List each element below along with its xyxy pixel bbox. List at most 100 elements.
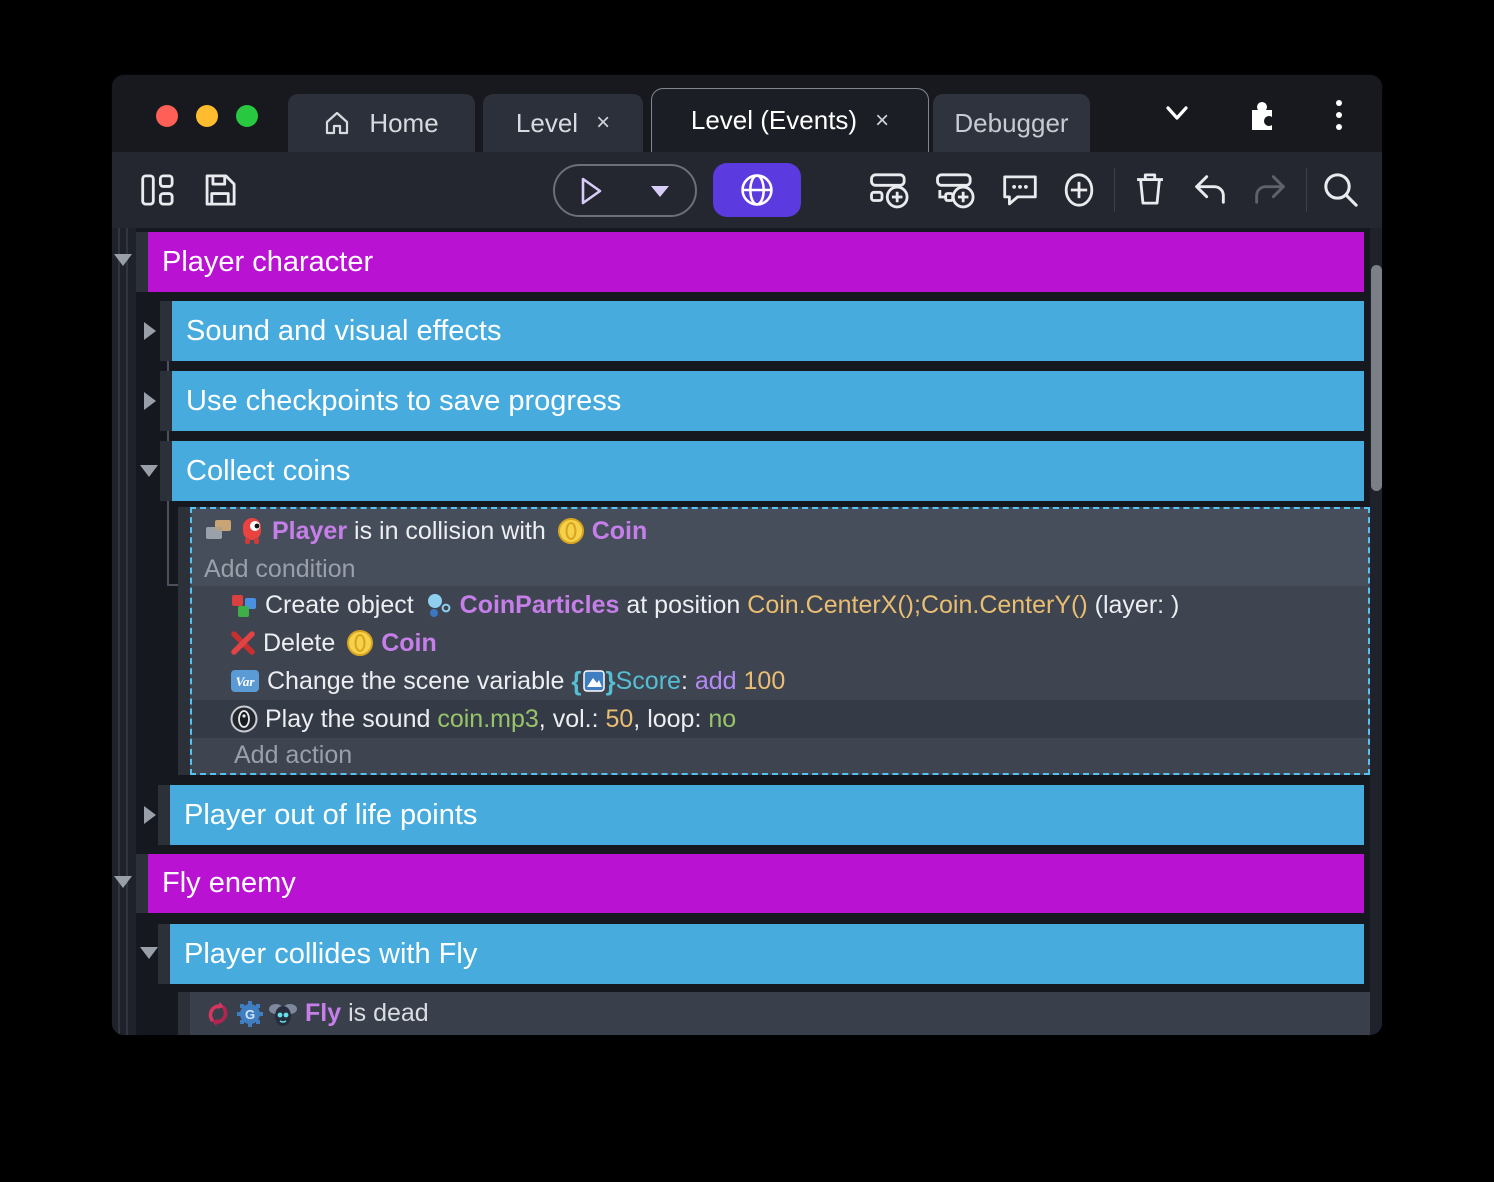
play-split-button bbox=[553, 164, 697, 217]
condition-text: is dead bbox=[341, 999, 429, 1028]
search-icon[interactable] bbox=[1320, 169, 1362, 211]
group-label: Collect coins bbox=[186, 455, 350, 487]
object-name: Fly bbox=[305, 999, 341, 1028]
save-icon[interactable] bbox=[200, 170, 240, 210]
sound-file: coin.mp3 bbox=[437, 705, 538, 734]
close-icon[interactable]: × bbox=[875, 107, 889, 135]
event-drag-handle[interactable] bbox=[158, 924, 170, 984]
toggle-panels-icon[interactable] bbox=[138, 170, 178, 210]
group-checkpoints[interactable]: Use checkpoints to save progress bbox=[172, 371, 1364, 431]
action-play-sound[interactable]: Play the sound coin.mp3, vol.: 50, loop:… bbox=[192, 700, 1368, 738]
object-name: Coin bbox=[381, 629, 437, 658]
event-drag-handle[interactable] bbox=[160, 371, 172, 431]
delete-cross-icon bbox=[230, 630, 256, 656]
object-name: Coin bbox=[592, 517, 648, 546]
collapse-arrow-icon[interactable] bbox=[114, 876, 132, 888]
swap-arrows-icon bbox=[204, 1000, 232, 1028]
event-collect-coin-selected[interactable]: Player is in collision with Coin Add con… bbox=[190, 507, 1370, 775]
action-text: at position bbox=[619, 591, 747, 620]
create-object-icon bbox=[230, 591, 258, 619]
group-fly-enemy[interactable]: Fly enemy bbox=[148, 854, 1364, 913]
scrollbar-thumb[interactable] bbox=[1371, 265, 1382, 491]
add-comment-icon[interactable] bbox=[1000, 171, 1040, 211]
window-zoom-button[interactable] bbox=[236, 105, 258, 127]
event-drag-handle[interactable] bbox=[160, 441, 172, 501]
close-icon[interactable]: × bbox=[596, 109, 610, 137]
tabs-chevron-down-icon[interactable] bbox=[1160, 99, 1194, 127]
event-drag-handle[interactable] bbox=[178, 507, 190, 775]
event-drag-handle[interactable] bbox=[160, 301, 172, 361]
tab-label: Debugger bbox=[954, 108, 1068, 139]
svg-text:G: G bbox=[245, 1007, 255, 1022]
add-condition-label: Add condition bbox=[204, 555, 356, 584]
play-options-button[interactable] bbox=[626, 184, 696, 198]
sound-speaker-icon bbox=[230, 705, 258, 733]
group-label: Player character bbox=[162, 246, 373, 278]
tab-home[interactable]: Home bbox=[288, 94, 475, 152]
svg-text:Var: Var bbox=[236, 674, 256, 689]
collapse-arrow-icon[interactable] bbox=[114, 254, 132, 266]
collapse-arrow-icon[interactable] bbox=[140, 947, 158, 959]
add-condition-button[interactable]: Add condition bbox=[192, 553, 1368, 586]
home-icon bbox=[324, 110, 350, 136]
extensions-puzzle-icon[interactable] bbox=[1242, 96, 1278, 132]
tab-level[interactable]: Level × bbox=[483, 94, 643, 152]
behavior-gear-icon: G bbox=[237, 1001, 263, 1027]
toolbar-divider bbox=[1306, 168, 1307, 212]
group-label: Player out of life points bbox=[184, 799, 477, 831]
add-event-icon[interactable] bbox=[868, 169, 910, 211]
add-action-button[interactable]: Add action bbox=[192, 738, 1368, 773]
group-sound-effects[interactable]: Sound and visual effects bbox=[172, 301, 1364, 361]
group-out-of-life[interactable]: Player out of life points bbox=[170, 785, 1364, 845]
toolbar bbox=[112, 152, 1382, 228]
toolbar-divider bbox=[1114, 168, 1115, 212]
event-drag-handle[interactable] bbox=[178, 992, 190, 1035]
group-label: Use checkpoints to save progress bbox=[186, 385, 621, 417]
action-change-variable[interactable]: Var Change the scene variable { }Score: … bbox=[192, 662, 1368, 700]
redo-icon[interactable] bbox=[1250, 171, 1290, 209]
object-name: CoinParticles bbox=[460, 591, 620, 620]
add-other-icon[interactable] bbox=[1058, 169, 1100, 211]
group-label: Sound and visual effects bbox=[186, 315, 501, 347]
variable-brace: } bbox=[606, 666, 616, 697]
event-sheet: Player character Sound and visual effect… bbox=[112, 228, 1382, 1035]
event-drag-handle[interactable] bbox=[136, 232, 148, 292]
delete-trash-icon[interactable] bbox=[1130, 169, 1170, 209]
tab-level-events[interactable]: Level (Events) × bbox=[651, 88, 929, 152]
expand-arrow-icon[interactable] bbox=[144, 322, 156, 340]
play-button[interactable] bbox=[555, 175, 625, 207]
action-text: : bbox=[681, 667, 695, 696]
condition-fly-is-dead[interactable]: G Fly is dead bbox=[190, 992, 1370, 1035]
action-text: Play the sound bbox=[265, 705, 437, 734]
event-drag-handle[interactable] bbox=[136, 854, 148, 913]
window-menu-kebab-icon[interactable] bbox=[1332, 98, 1346, 132]
action-text: (layer: ) bbox=[1088, 591, 1180, 620]
coin-object-icon bbox=[557, 517, 585, 545]
collision-icon bbox=[204, 517, 234, 545]
app-window: Home Level × Level (Events) × Debugger bbox=[112, 75, 1382, 1035]
tab-debugger[interactable]: Debugger bbox=[933, 94, 1090, 152]
title-bar: Home Level × Level (Events) × Debugger bbox=[112, 75, 1382, 152]
indent-guide bbox=[126, 228, 128, 1035]
event-drag-handle[interactable] bbox=[158, 785, 170, 845]
collapse-arrow-icon[interactable] bbox=[140, 465, 158, 477]
action-text: , vol.: bbox=[539, 705, 606, 734]
action-create-object[interactable]: Create object CoinParticles at position … bbox=[192, 586, 1368, 624]
tab-label: Level (Events) bbox=[691, 105, 857, 136]
preview-web-button[interactable] bbox=[713, 163, 801, 217]
coin-object-icon bbox=[346, 629, 374, 657]
expand-arrow-icon[interactable] bbox=[144, 392, 156, 410]
group-player-collides-fly[interactable]: Player collides with Fly bbox=[170, 924, 1364, 984]
action-delete-coin[interactable]: Delete Coin bbox=[192, 624, 1368, 662]
group-player-character[interactable]: Player character bbox=[148, 232, 1364, 292]
action-text: Create object bbox=[265, 591, 421, 620]
window-close-button[interactable] bbox=[156, 105, 178, 127]
undo-icon[interactable] bbox=[1190, 171, 1230, 209]
add-action-label: Add action bbox=[234, 741, 352, 770]
window-minimize-button[interactable] bbox=[196, 105, 218, 127]
tab-label: Level bbox=[516, 108, 578, 139]
condition-player-collides-coin[interactable]: Player is in collision with Coin bbox=[192, 509, 1368, 553]
group-collect-coins[interactable]: Collect coins bbox=[172, 441, 1364, 501]
add-subevent-icon[interactable] bbox=[934, 169, 976, 211]
expand-arrow-icon[interactable] bbox=[144, 806, 156, 824]
